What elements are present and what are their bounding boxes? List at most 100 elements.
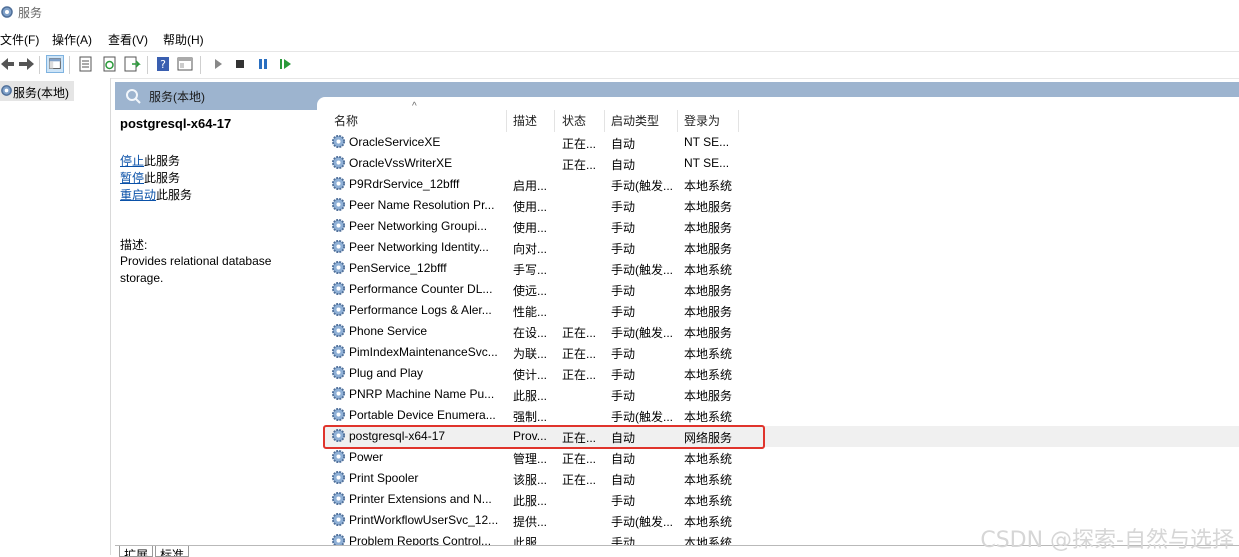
show-hide-console-tree-icon[interactable]	[46, 55, 64, 73]
cell-name: Peer Networking Identity...	[349, 240, 489, 254]
cell-desc: 手写...	[513, 263, 548, 277]
cell-logon: 本地服务	[684, 389, 733, 403]
back-arrow-icon[interactable]	[0, 55, 18, 73]
highlight-annotation-box	[323, 425, 765, 449]
sort-ascending-icon: ^	[412, 101, 417, 112]
column-separator[interactable]	[604, 110, 605, 132]
cell-startup: 手动(触发...	[611, 263, 673, 277]
window-title: 服务	[18, 6, 43, 20]
toolbar-separator	[147, 56, 148, 74]
description-label: 描述:	[120, 238, 148, 252]
properties-icon[interactable]	[77, 55, 95, 73]
tab-extended[interactable]: 扩展	[119, 546, 154, 557]
service-gear-icon	[331, 386, 346, 401]
action-pause: 暂停此服务	[120, 169, 180, 186]
service-gear-icon	[331, 344, 346, 359]
tree-item-services-local[interactable]: 服务(本地)	[0, 81, 74, 101]
table-row[interactable]: Performance Counter DL... 使远... 手动 本地服务	[325, 279, 1239, 300]
table-row[interactable]: Plug and Play 使计... 正在... 手动 本地系统	[325, 363, 1239, 384]
menu-bar: 文件(F) 操作(A) 查看(V) 帮助(H)	[0, 28, 1239, 50]
console-tree: 服务(本地)	[0, 78, 111, 555]
table-row[interactable]: OracleVssWriterXE 正在... 自动 NT SE...	[325, 153, 1239, 174]
service-gear-icon	[331, 281, 346, 296]
restart-service-link[interactable]: 重启动	[120, 188, 156, 202]
service-gear-icon	[331, 512, 346, 527]
cell-name: Performance Logs & Aler...	[349, 303, 492, 317]
cell-startup: 自动	[611, 473, 636, 487]
cell-status: 正在...	[562, 473, 597, 487]
column-separator[interactable]	[738, 110, 739, 132]
cell-desc: 使远...	[513, 284, 548, 298]
description-text: Provides relational database storage.	[120, 254, 272, 285]
table-row[interactable]: Performance Logs & Aler... 性能... 手动 本地服务	[325, 300, 1239, 321]
cell-logon: 本地系统	[684, 494, 733, 508]
service-gear-icon	[331, 449, 346, 464]
export-list-icon[interactable]	[123, 55, 141, 73]
tab-standard[interactable]: 标准	[155, 546, 190, 557]
cell-desc: 在设...	[513, 326, 548, 340]
service-gear-icon	[331, 323, 346, 338]
forward-arrow-icon[interactable]	[17, 55, 35, 73]
column-separator[interactable]	[554, 110, 555, 132]
table-row[interactable]: Power 管理... 正在... 自动 本地系统	[325, 447, 1239, 468]
table-row[interactable]: PimIndexMaintenanceSvc... 为联... 正在... 手动 本地系…	[325, 342, 1239, 363]
cell-desc: 使用...	[513, 200, 548, 214]
help-icon[interactable]: ?	[154, 55, 172, 73]
cell-name: Printer Extensions and N...	[349, 492, 492, 506]
table-row[interactable]: Printer Extensions and N... 此服... 手动 本地系统	[325, 489, 1239, 510]
stop-service-link[interactable]: 停止	[120, 154, 144, 168]
table-row[interactable]: OracleServiceXE 正在... 自动 NT SE...	[325, 132, 1239, 153]
cell-name: OracleServiceXE	[349, 135, 441, 149]
table-row[interactable]: P9RdrService_12bfff 启用... 手动(触发... 本地系统	[325, 174, 1239, 195]
watermark: CSDN @探索-自然与选择	[980, 528, 1234, 553]
cell-name: PenService_12bfff	[349, 261, 447, 275]
cell-startup: 自动	[611, 158, 636, 172]
table-row[interactable]: PNRP Machine Name Pu... 此服... 手动 本地服务	[325, 384, 1239, 405]
cell-logon: 本地服务	[684, 242, 733, 256]
column-separator[interactable]	[677, 110, 678, 132]
cell-logon: 本地系统	[684, 452, 733, 466]
table-row[interactable]: Print Spooler 该服... 正在... 自动 本地系统	[325, 468, 1239, 489]
action-suffix: 此服务	[144, 154, 181, 168]
cell-desc: 提供...	[513, 515, 548, 529]
table-row[interactable]: Phone Service 在设... 正在... 手动(触发... 本地服务	[325, 321, 1239, 342]
cell-startup: 手动	[611, 368, 636, 382]
table-row[interactable]: Peer Name Resolution Pr... 使用... 手动 本地服务	[325, 195, 1239, 216]
start-service-icon[interactable]	[209, 55, 227, 73]
cell-name: P9RdrService_12bfff	[349, 177, 460, 191]
console-window-icon[interactable]	[176, 55, 194, 73]
table-row[interactable]: PenService_12bfff 手写... 手动(触发... 本地系统	[325, 258, 1239, 279]
cell-name: Phone Service	[349, 324, 428, 338]
menu-view[interactable]: 查看(V)	[108, 31, 148, 48]
cell-desc: 该服...	[513, 473, 548, 487]
cell-name: PimIndexMaintenanceSvc...	[349, 345, 498, 359]
table-row[interactable]: Peer Networking Identity... 向对... 手动 本地服务	[325, 237, 1239, 258]
table-row[interactable]: Peer Networking Groupi... 使用... 手动 本地服务	[325, 216, 1239, 237]
cell-desc: 此服...	[513, 494, 548, 508]
menu-file[interactable]: 文件(F)	[0, 31, 39, 48]
cell-name: Plug and Play	[349, 366, 424, 380]
cell-status: 正在...	[562, 158, 597, 172]
cell-logon: 本地服务	[684, 284, 733, 298]
cell-startup: 手动	[611, 494, 636, 508]
stop-service-icon[interactable]	[231, 55, 249, 73]
restart-service-icon[interactable]	[277, 55, 295, 73]
pause-service-icon[interactable]	[254, 55, 272, 73]
cell-name: Power	[349, 450, 384, 464]
refresh-icon[interactable]	[101, 55, 119, 73]
action-stop: 停止此服务	[120, 152, 180, 169]
table-row[interactable]: Portable Device Enumera... 强制... 手动(触发... 本…	[325, 405, 1239, 426]
pause-service-link[interactable]: 暂停	[120, 171, 144, 185]
menu-action[interactable]: 操作(A)	[52, 31, 92, 48]
menu-help[interactable]: 帮助(H)	[163, 31, 204, 48]
service-gear-icon	[331, 176, 346, 191]
cell-name: Print Spooler	[349, 471, 419, 485]
cell-desc: 管理...	[513, 452, 548, 466]
service-gear-icon	[331, 197, 346, 212]
column-separator[interactable]	[506, 110, 507, 132]
cell-name: Peer Networking Groupi...	[349, 219, 488, 233]
tree-item-label: 服务(本地)	[13, 86, 69, 100]
cell-startup: 手动	[611, 242, 636, 256]
cell-startup: 手动(触发...	[611, 326, 673, 340]
service-gear-icon	[331, 365, 346, 380]
